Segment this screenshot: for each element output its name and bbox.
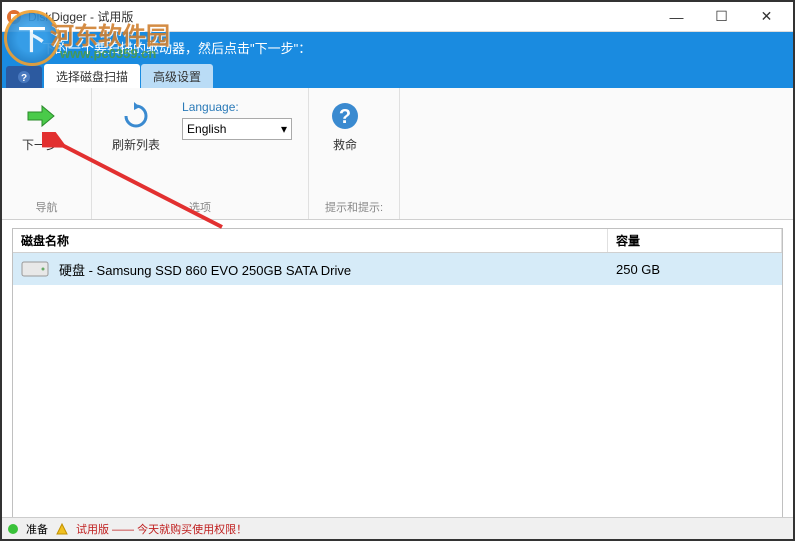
- instruction-text: 下的一个要扫描的驱动器，然后点击"下一步"：: [42, 38, 311, 57]
- column-header-size[interactable]: 容量: [608, 229, 782, 252]
- refresh-icon: [120, 100, 152, 132]
- ribbon-group-nav-label: 导航: [18, 195, 75, 217]
- ribbon: 下一步 导航 刷新列表 Language: English ▾ 选项: [2, 88, 793, 220]
- cell-disk-name: 硬盘 - Samsung SSD 860 EVO 250GB SATA Driv…: [13, 259, 608, 279]
- tab-advanced[interactable]: 高级设置: [141, 64, 213, 88]
- ribbon-group-options-label: 选项: [108, 195, 292, 217]
- column-header-name[interactable]: 磁盘名称: [13, 229, 608, 252]
- help-button[interactable]: ? 救命: [325, 96, 365, 157]
- next-button[interactable]: 下一步: [18, 96, 62, 157]
- ribbon-group-options: 刷新列表 Language: English ▾ 选项: [92, 88, 309, 219]
- table-header: 磁盘名称 容量: [13, 229, 782, 253]
- status-ready: 准备: [26, 521, 48, 537]
- ribbon-group-hints: ? 救命 提示和提示:: [309, 88, 400, 219]
- svg-text:?: ?: [21, 73, 27, 84]
- next-label: 下一步: [22, 136, 58, 153]
- titlebar: DiskDigger - 试用版 — ☐ ✕: [2, 2, 793, 32]
- svg-text:?: ?: [339, 106, 351, 128]
- help-label: 救命: [333, 136, 357, 153]
- instruction-banner: 下的一个要扫描的驱动器，然后点击"下一步"：: [2, 32, 793, 62]
- help-tab[interactable]: ?: [6, 66, 42, 88]
- status-trial: 试用版 —— 今天就购买使用权限！: [76, 521, 247, 537]
- app-icon: [6, 9, 22, 25]
- cell-disk-size: 250 GB: [608, 262, 782, 277]
- maximize-button[interactable]: ☐: [699, 3, 744, 31]
- help-icon: ?: [329, 100, 361, 132]
- tab-strip: ? 选择磁盘扫描 高级设置: [2, 62, 793, 88]
- warning-icon: [56, 523, 68, 535]
- refresh-button[interactable]: 刷新列表: [108, 96, 164, 157]
- minimize-button[interactable]: —: [654, 3, 699, 31]
- chevron-down-icon: ▾: [281, 122, 287, 136]
- statusbar: 准备 试用版 —— 今天就购买使用权限！: [2, 517, 793, 539]
- close-button[interactable]: ✕: [744, 3, 789, 31]
- status-indicator-icon: [8, 524, 18, 534]
- table-row[interactable]: 硬盘 - Samsung SSD 860 EVO 250GB SATA Driv…: [13, 253, 782, 285]
- disk-table: 磁盘名称 容量 硬盘 - Samsung SSD 860 EVO 250GB S…: [12, 228, 783, 518]
- tab-scan-disk[interactable]: 选择磁盘扫描: [44, 64, 140, 88]
- window-controls: — ☐ ✕: [654, 3, 789, 31]
- disk-name-text: 硬盘 - Samsung SSD 860 EVO 250GB SATA Driv…: [59, 260, 351, 279]
- arrow-right-icon: [24, 100, 56, 132]
- window-title: DiskDigger - 试用版: [28, 8, 654, 25]
- ribbon-group-nav: 下一步 导航: [2, 88, 92, 219]
- refresh-label: 刷新列表: [112, 136, 160, 153]
- language-block: Language: English ▾: [182, 96, 292, 140]
- language-label: Language:: [182, 100, 292, 114]
- hard-drive-icon: [21, 259, 49, 279]
- language-value: English: [187, 122, 226, 136]
- language-select[interactable]: English ▾: [182, 118, 292, 140]
- ribbon-group-hints-label: 提示和提示:: [325, 195, 383, 217]
